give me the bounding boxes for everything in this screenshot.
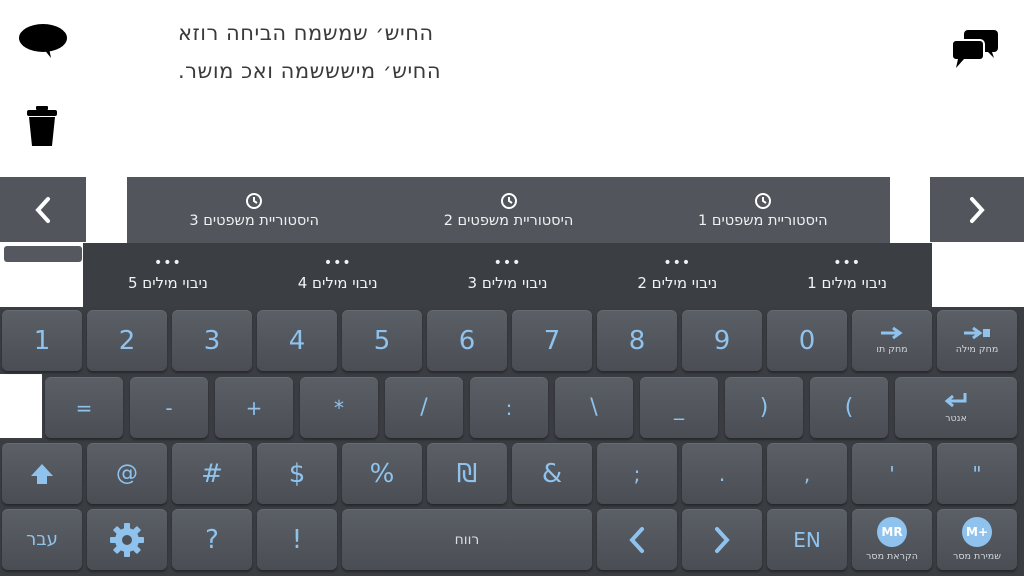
key-hash[interactable]: # — [172, 443, 252, 504]
key-question[interactable]: ? — [172, 509, 252, 570]
key-apostrophe[interactable]: ' — [852, 443, 932, 504]
key-backslash[interactable]: \ — [555, 377, 633, 438]
chevron-right-icon — [715, 526, 730, 553]
key-paren-close[interactable]: ) — [725, 377, 803, 438]
save-message-badge: M+ — [962, 517, 992, 547]
key-comma[interactable]: , — [767, 443, 847, 504]
prediction-item-5[interactable]: ••• ניבוי מילים 5 — [83, 243, 253, 307]
history-item-1[interactable]: היסטוריית משפטים 1 — [636, 177, 890, 243]
more-dots-icon: ••• — [833, 255, 861, 271]
prediction-item-2[interactable]: ••• ניבוי מילים 2 — [592, 243, 762, 307]
history-bar: היסטוריית משפטים 1 היסטוריית משפטים 2 הי… — [127, 177, 890, 243]
key-paren-open[interactable]: ( — [810, 377, 888, 438]
history-next-button[interactable] — [930, 177, 1024, 242]
more-dots-icon: ••• — [663, 255, 692, 271]
history-icon — [754, 192, 771, 209]
key-4[interactable]: 4 — [257, 310, 337, 371]
key-3[interactable]: 3 — [172, 310, 252, 371]
app-screen: החיש׳ שמשמח הביחה רוזא החיש׳ מישששמה ואכ… — [0, 0, 1024, 576]
delete-word-key[interactable]: מחק מילה — [937, 310, 1017, 371]
message-text[interactable]: החיש׳ שמשמח הביחה רוזא החיש׳ מישששמה ואכ… — [178, 14, 518, 90]
key-8[interactable]: 8 — [597, 310, 677, 371]
key-equals[interactable]: = — [45, 377, 123, 438]
key-2[interactable]: 2 — [87, 310, 167, 371]
cursor-right-key[interactable] — [682, 509, 762, 570]
prediction-item-1[interactable]: ••• ניבוי מילים 1 — [762, 243, 932, 307]
prediction-label: ניבוי מילים 2 — [637, 274, 718, 292]
save-message-label: שמירת מסר — [953, 551, 1001, 562]
space-key[interactable]: רווח — [342, 509, 592, 570]
language-hebrew-key[interactable]: עבר — [2, 509, 82, 570]
key-0[interactable]: 0 — [767, 310, 847, 371]
key-exclaim[interactable]: ! — [257, 509, 337, 570]
prediction-label: ניבוי מילים 5 — [127, 274, 208, 292]
shift-key[interactable] — [2, 443, 82, 504]
enter-key[interactable]: אנטר — [895, 377, 1017, 438]
more-dots-icon: ••• — [154, 255, 182, 271]
enter-label: אנטר — [945, 413, 967, 424]
save-message-key[interactable]: M+ שמירת מסר — [937, 509, 1017, 570]
history-item-3[interactable]: היסטוריית משפטים 3 — [127, 177, 381, 243]
key-9[interactable]: 9 — [682, 310, 762, 371]
key-colon[interactable]: : — [470, 377, 548, 438]
prediction-item-3[interactable]: ••• ניבוי מילים 3 — [423, 243, 593, 307]
key-6[interactable]: 6 — [427, 310, 507, 371]
prediction-label: ניבוי מילים 4 — [297, 274, 378, 292]
speech-bubble-icon[interactable] — [17, 22, 69, 60]
delete-word-icon — [964, 326, 990, 340]
key-percent[interactable]: % — [342, 443, 422, 504]
read-message-label: הקראת מסר — [866, 551, 918, 562]
key-at[interactable]: @ — [87, 443, 167, 504]
key-semicolon[interactable]: ; — [597, 443, 677, 504]
read-message-key[interactable]: MR הקראת מסר — [852, 509, 932, 570]
key-7[interactable]: 7 — [512, 310, 592, 371]
chevron-left-icon — [629, 526, 644, 553]
key-underscore[interactable]: _ — [640, 377, 718, 438]
language-english-key[interactable]: EN — [767, 509, 847, 570]
more-dots-icon: ••• — [493, 255, 522, 271]
history-item-label: היסטוריית משפטים 1 — [698, 212, 828, 229]
prediction-label: ניבוי מילים 1 — [807, 274, 888, 292]
prediction-item-4[interactable]: ••• ניבוי מילים 4 — [253, 243, 423, 307]
key-minus[interactable]: - — [130, 377, 208, 438]
key-1[interactable]: 1 — [2, 310, 82, 371]
message-line-2: החיש׳ מישששמה ואכ מושר. — [178, 59, 442, 83]
arrow-right-icon — [881, 326, 903, 340]
gear-icon — [110, 522, 144, 557]
prediction-label: ניבוי מילים 3 — [467, 274, 548, 292]
settings-key[interactable] — [87, 509, 167, 570]
delete-char-label: מחק תו — [876, 344, 908, 355]
key-slash[interactable]: / — [385, 377, 463, 438]
history-icon — [500, 192, 517, 209]
read-message-badge: MR — [877, 517, 907, 547]
history-item-label: היסטוריית משפטים 2 — [443, 212, 574, 229]
chevron-left-icon — [35, 196, 50, 223]
key-asterisk[interactable]: * — [300, 377, 378, 438]
delete-word-label: מחק מילה — [955, 344, 999, 355]
key-plus[interactable]: + — [215, 377, 293, 438]
more-dots-icon: ••• — [323, 255, 352, 271]
prediction-bar: ••• ניבוי מילים 1 ••• ניבוי מילים 2 ••• ניב… — [83, 243, 932, 307]
key-quote[interactable]: " — [937, 443, 1017, 504]
history-icon — [246, 192, 263, 209]
conversation-icon[interactable] — [950, 28, 1000, 70]
key-5[interactable]: 5 — [342, 310, 422, 371]
enter-arrow-icon — [944, 393, 967, 408]
history-prev-button[interactable] — [0, 177, 86, 242]
history-item-label: היסטוריית משפטים 3 — [189, 212, 319, 229]
key-period[interactable]: . — [682, 443, 762, 504]
cursor-left-key[interactable] — [597, 509, 677, 570]
chevron-right-icon — [970, 196, 985, 223]
key-dollar[interactable]: $ — [257, 443, 337, 504]
history-item-2[interactable]: היסטוריית משפטים 2 — [381, 177, 635, 243]
shift-arrow-icon — [31, 463, 53, 484]
key-shekel[interactable]: ₪ — [427, 443, 507, 504]
level-handle[interactable] — [4, 246, 82, 262]
message-line-1: החיש׳ שמשמח הביחה רוזא — [178, 21, 434, 45]
key-ampersand[interactable]: & — [512, 443, 592, 504]
trash-icon[interactable] — [24, 104, 60, 148]
keyboard-gap — [0, 374, 42, 438]
delete-char-key[interactable]: מחק תו — [852, 310, 932, 371]
